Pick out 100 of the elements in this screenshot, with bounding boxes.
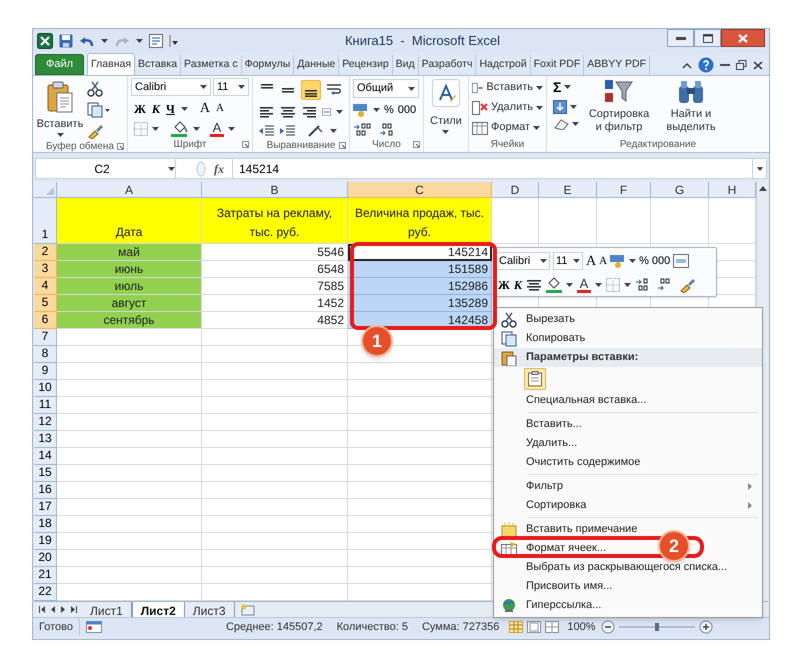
table-cell[interactable]: 152986 — [348, 278, 492, 295]
minimize-icon[interactable] — [720, 64, 730, 66]
empty-cell[interactable] — [202, 499, 348, 516]
table-cell[interactable]: 135289 — [348, 295, 492, 312]
grow-font-button[interactable]: A — [586, 250, 596, 272]
align-right-icon[interactable] — [301, 105, 317, 119]
empty-cell[interactable] — [202, 397, 348, 414]
empty-cell[interactable] — [202, 346, 348, 363]
row-header[interactable]: 3 — [34, 261, 57, 278]
expand-formula-icon[interactable] — [752, 159, 766, 178]
caret-icon[interactable] — [180, 106, 188, 110]
sort-filter-button[interactable]: Сортировка и фильтр — [585, 78, 653, 137]
autosum-button[interactable]: Σ — [553, 78, 579, 96]
row-header[interactable]: 22 — [34, 584, 57, 601]
sheet-tab[interactable]: Лист2 — [132, 602, 185, 618]
increase-indent-icon[interactable] — [280, 124, 296, 138]
empty-cell[interactable] — [348, 533, 492, 550]
caret-icon[interactable] — [536, 86, 543, 90]
table-cell[interactable]: 6548 — [202, 261, 348, 278]
empty-cell[interactable] — [597, 198, 651, 244]
menu-item[interactable]: Вырезать — [524, 311, 575, 328]
italic-button[interactable]: К — [152, 100, 160, 118]
column-header[interactable]: D — [492, 182, 539, 198]
find-select-button[interactable]: Найти и выделить — [659, 78, 723, 137]
currency-icon[interactable] — [610, 254, 626, 268]
zoom-out-icon[interactable] — [601, 620, 616, 634]
underline-button[interactable]: Ч — [166, 100, 175, 118]
decrease-indent-icon[interactable] — [259, 124, 275, 138]
menu-item[interactable]: Присвоить имя... — [524, 578, 612, 595]
styles-button[interactable]: Стили — [430, 79, 462, 137]
save-icon[interactable] — [59, 34, 73, 48]
close-button[interactable] — [721, 29, 765, 47]
table-cell[interactable]: август — [57, 295, 202, 312]
empty-cell[interactable] — [348, 380, 492, 397]
menu-item[interactable]: Удалить... — [524, 435, 578, 452]
empty-cell[interactable] — [348, 465, 492, 482]
scroll-up-icon[interactable] — [758, 186, 766, 191]
row-header[interactable]: 17 — [34, 499, 57, 516]
font-color-button[interactable]: A — [210, 121, 224, 137]
table-cell[interactable]: 7585 — [202, 278, 348, 295]
dialog-launcher-icon[interactable] — [339, 142, 346, 149]
row-header[interactable]: 12 — [34, 414, 57, 431]
menu-item[interactable]: Выбрать из раскрывающегося списка... — [524, 559, 728, 576]
row-header[interactable]: 8 — [34, 346, 57, 363]
table-cell[interactable]: 5546 — [202, 244, 348, 261]
font-name-field[interactable]: Calibri — [131, 78, 211, 96]
caret-icon[interactable] — [570, 105, 577, 109]
page-layout-icon[interactable] — [527, 621, 542, 633]
row-header[interactable]: 10 — [34, 380, 57, 397]
fill-color-icon[interactable] — [546, 276, 562, 292]
column-header[interactable]: C — [348, 182, 492, 198]
number-format-field[interactable]: Общий — [353, 79, 419, 98]
table-cell[interactable]: 151589 — [348, 261, 492, 278]
percent-button[interactable]: % — [639, 252, 649, 270]
font-size-field[interactable]: 11 — [553, 252, 583, 270]
format-painter-icon[interactable] — [87, 123, 103, 139]
row-header[interactable]: 9 — [34, 363, 57, 380]
empty-cell[interactable] — [348, 499, 492, 516]
align-center-icon[interactable] — [280, 105, 296, 119]
empty-cell[interactable] — [202, 329, 348, 346]
font-name-field[interactable]: Calibri — [496, 252, 550, 270]
zoom-in-icon[interactable] — [699, 620, 714, 634]
macro-record-icon[interactable] — [86, 621, 102, 633]
form-icon[interactable] — [149, 34, 163, 48]
undo-icon[interactable] — [79, 35, 95, 47]
font-color-button[interactable]: A — [577, 276, 592, 292]
previous-sheet-icon[interactable] — [51, 606, 55, 613]
caret-icon[interactable] — [573, 259, 580, 263]
merge-cells-icon[interactable] — [673, 254, 690, 268]
empty-cell[interactable] — [202, 380, 348, 397]
formula-field[interactable]: 145214 — [232, 159, 752, 178]
maximize-button[interactable] — [694, 29, 721, 47]
caret-icon[interactable] — [566, 282, 574, 286]
empty-cell[interactable] — [202, 465, 348, 482]
caret-icon[interactable] — [228, 127, 235, 131]
shrink-font-button[interactable]: A — [599, 252, 608, 270]
page-break-icon[interactable] — [545, 621, 560, 633]
dialog-launcher-icon[interactable] — [117, 143, 124, 150]
menu-item[interactable]: Формат ячеек... — [524, 540, 606, 557]
fill-down-icon[interactable] — [553, 100, 567, 114]
row-header[interactable]: 21 — [34, 567, 57, 584]
menu-item[interactable]: Гиперссылка... — [524, 597, 602, 614]
minimize-button[interactable] — [667, 29, 694, 47]
row-header[interactable]: 7 — [34, 329, 57, 346]
table-cell[interactable]: сентябрь — [57, 312, 202, 329]
row-header[interactable]: 4 — [34, 278, 57, 295]
empty-cell[interactable] — [348, 448, 492, 465]
table-cell[interactable]: Дата — [57, 198, 202, 244]
shrink-font-button[interactable]: A — [216, 100, 224, 117]
bold-button[interactable]: Ж — [134, 100, 146, 118]
menu-item[interactable]: Копировать — [524, 330, 586, 347]
paste-option-button[interactable] — [524, 368, 546, 390]
row-header[interactable]: 18 — [34, 516, 57, 533]
empty-cell[interactable] — [202, 363, 348, 380]
new-sheet-icon[interactable] — [238, 603, 257, 616]
empty-cell[interactable] — [202, 448, 348, 465]
empty-cell[interactable] — [539, 198, 597, 244]
empty-cell[interactable] — [348, 516, 492, 533]
empty-cell[interactable] — [202, 550, 348, 567]
empty-cell[interactable] — [651, 198, 709, 244]
